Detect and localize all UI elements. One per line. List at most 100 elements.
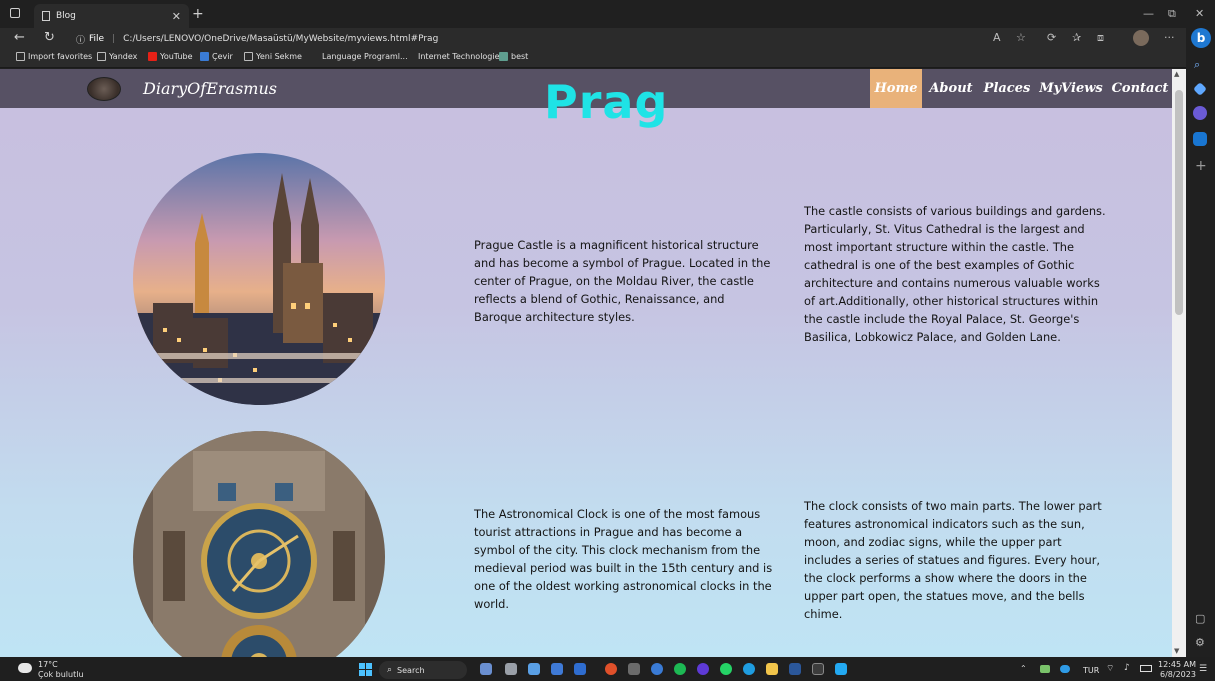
page-icon: [42, 11, 50, 21]
refresh-icon[interactable]: ↻: [44, 30, 55, 45]
app-icon[interactable]: [697, 663, 709, 675]
chat-icon[interactable]: [528, 663, 540, 675]
more-options-icon[interactable]: ···: [1164, 31, 1175, 44]
page-viewport: DiaryOfErasmus Prag Home About Places My…: [0, 69, 1172, 657]
fav-label: Yandex: [109, 52, 138, 61]
back-icon[interactable]: ←: [14, 30, 25, 45]
fav-label: Çevir: [212, 52, 233, 61]
clock-date[interactable]: 6/8/2023: [1160, 670, 1196, 679]
address-prefix: File: [89, 34, 105, 44]
collections-icon[interactable]: ⧈: [1097, 31, 1104, 45]
chrome-icon[interactable]: [605, 663, 617, 675]
fav-import-favorites[interactable]: Import favorites: [16, 52, 92, 61]
outlook-icon[interactable]: [1193, 132, 1207, 146]
fav-yeni-sekme[interactable]: Yeni Sekme: [244, 52, 302, 61]
edge-icon[interactable]: [743, 663, 755, 675]
show-hidden-icons[interactable]: ⌃: [1020, 664, 1027, 673]
wifi-icon[interactable]: ⌔: [1106, 663, 1114, 674]
weather-icon[interactable]: [18, 663, 32, 673]
castle-right-text: The castle consists of various buildings…: [804, 204, 1106, 344]
spotify-icon[interactable]: [674, 663, 686, 675]
page-icon: [244, 52, 253, 61]
fav-label: YouTube: [160, 52, 193, 61]
restore-icon[interactable]: ⧉: [1168, 7, 1176, 21]
sidebar-add-icon[interactable]: +: [1195, 158, 1207, 174]
onedrive-icon[interactable]: [1060, 665, 1070, 673]
file-explorer-icon[interactable]: [766, 663, 778, 675]
favorite-star-icon[interactable]: ☆: [1016, 31, 1026, 44]
minimize-icon[interactable]: —: [1143, 7, 1154, 20]
taskbar-search[interactable]: ⌕ Search: [379, 661, 467, 679]
nav-contact[interactable]: Contact: [1110, 69, 1170, 108]
search-icon: ⌕: [387, 665, 393, 675]
terminal-icon[interactable]: [812, 663, 824, 675]
scroll-down-icon[interactable]: ▼: [1174, 647, 1179, 655]
fav-youtube[interactable]: YouTube: [148, 52, 193, 61]
fav-language-programl[interactable]: Language Programl...: [322, 52, 408, 61]
input-language[interactable]: TUR: [1083, 666, 1099, 675]
tab-actions-icon[interactable]: [10, 8, 20, 18]
site-brand[interactable]: DiaryOfErasmus: [143, 79, 277, 98]
bing-icon[interactable]: b: [1191, 28, 1211, 48]
fav-label: Language Programl...: [322, 52, 408, 61]
sidebar-layout-icon[interactable]: ▢: [1195, 612, 1205, 625]
fav-yandex[interactable]: Yandex: [97, 52, 137, 61]
word-icon[interactable]: [789, 663, 801, 675]
astronomical-clock-image: [133, 431, 385, 657]
taskbar-search-label: Search: [397, 665, 425, 675]
sidebar-games-icon[interactable]: [1193, 106, 1207, 120]
vscode-icon[interactable]: [835, 663, 847, 675]
read-aloud-icon[interactable]: A: [993, 31, 1001, 44]
castle-left-text: Prague Castle is a magnificent historica…: [474, 238, 771, 324]
scrollbar-thumb[interactable]: [1175, 90, 1183, 315]
widgets-icon[interactable]: [480, 663, 492, 675]
nav-home[interactable]: Home: [870, 69, 922, 108]
page-icon: [97, 52, 106, 61]
weather-temp[interactable]: 17°C: [38, 660, 58, 669]
volume-icon[interactable]: ♪: [1124, 663, 1130, 673]
favorites-icon[interactable]: ✰: [1072, 31, 1081, 44]
close-tab-icon[interactable]: ✕: [172, 10, 181, 23]
folder-icon: [499, 52, 508, 61]
whatsapp-icon[interactable]: [720, 663, 732, 675]
sidebar-settings-icon[interactable]: ⚙: [1195, 636, 1205, 649]
tray-app-icon[interactable]: [1040, 665, 1050, 673]
address-separator: |: [112, 34, 116, 44]
extensions-icon[interactable]: ⟳: [1047, 31, 1056, 44]
edge-sidebar: [1186, 28, 1215, 656]
youtube-icon: [148, 52, 157, 61]
app-icon[interactable]: [651, 663, 663, 675]
nav-places[interactable]: Places: [982, 69, 1032, 108]
browser-tab-blog[interactable]: Blog ✕: [34, 4, 189, 28]
notifications-icon[interactable]: ☰: [1199, 664, 1207, 674]
task-view-icon[interactable]: [505, 663, 517, 675]
address-url: C:/Users/LENOVO/OneDrive/Masaüstü/MyWebs…: [123, 34, 439, 44]
fav-cevir[interactable]: Çevir: [200, 52, 233, 61]
translate-icon: [200, 52, 209, 61]
sidebar-search-icon[interactable]: ⌕: [1194, 58, 1200, 72]
fav-best[interactable]: best: [499, 52, 528, 61]
clock-time[interactable]: 12:45 AM: [1158, 660, 1196, 669]
fav-label: Internet Technologies: [418, 52, 504, 61]
nav-about[interactable]: About: [927, 69, 975, 108]
profile-avatar[interactable]: [1133, 30, 1149, 46]
app-icon[interactable]: [574, 663, 586, 675]
new-tab-button[interactable]: +: [192, 6, 204, 22]
calculator-icon[interactable]: [628, 663, 640, 675]
address-bar[interactable]: ⓘ File | C:/Users/LENOVO/OneDrive/Masaüs…: [76, 30, 1086, 48]
info-icon: ⓘ: [76, 35, 86, 46]
tab-title: Blog: [56, 11, 76, 21]
clock-left-text: The Astronomical Clock is one of the mos…: [474, 507, 773, 611]
clock-right-text: The clock consists of two main parts. Th…: [804, 499, 1102, 621]
scroll-up-icon[interactable]: ▲: [1174, 70, 1179, 78]
weather-desc[interactable]: Çok bulutlu: [38, 670, 84, 679]
import-icon: [16, 52, 25, 61]
nav-myviews[interactable]: MyViews: [1039, 69, 1103, 108]
site-logo[interactable]: [87, 77, 121, 101]
windows-start-icon[interactable]: [359, 663, 372, 676]
close-window-icon[interactable]: ✕: [1195, 7, 1204, 20]
app-icon[interactable]: [551, 663, 563, 675]
fav-internet-technologies[interactable]: Internet Technologies: [418, 52, 504, 61]
battery-icon[interactable]: [1140, 665, 1152, 672]
fav-label: best: [511, 52, 529, 61]
